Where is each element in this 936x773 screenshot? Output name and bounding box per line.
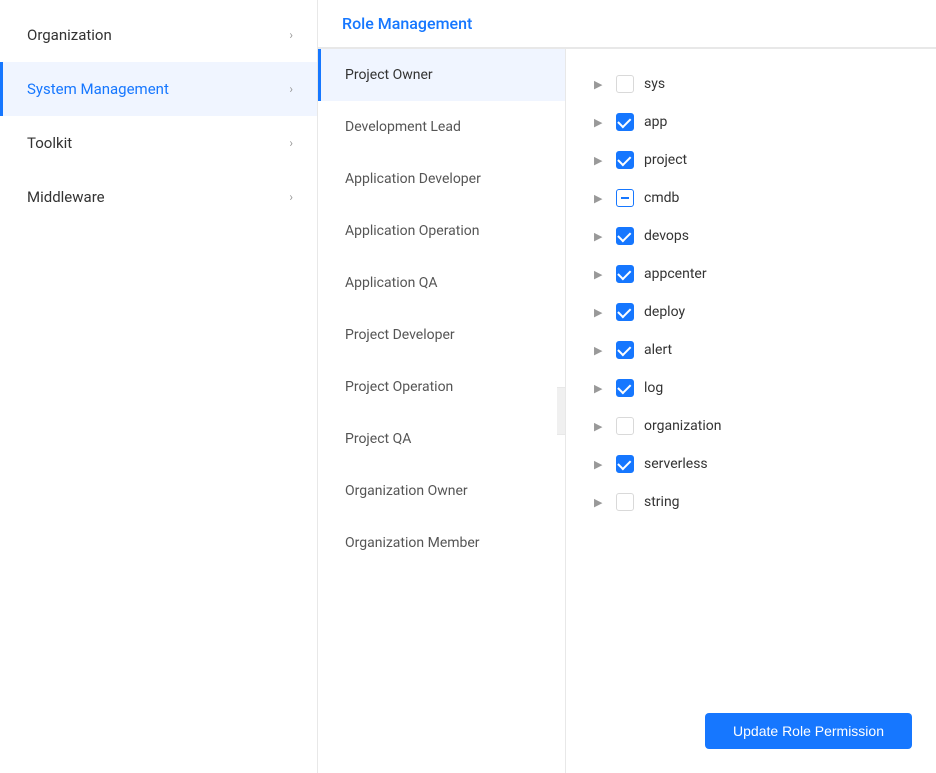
permission-item-organization: ▶ organization: [590, 407, 912, 445]
role-item-project-operation[interactable]: Project Operation: [318, 361, 565, 413]
expand-arrow-icon[interactable]: ▶: [594, 306, 606, 319]
checkbox-string[interactable]: [616, 493, 634, 511]
permission-label-organization: organization: [644, 418, 721, 434]
sidebar-item-label: System Management: [27, 80, 169, 98]
expand-arrow-icon[interactable]: ▶: [594, 420, 606, 433]
checkbox-app[interactable]: [616, 113, 634, 131]
sidebar: Organization › System Management › Toolk…: [0, 0, 318, 773]
sidebar-item-label: Toolkit: [27, 134, 72, 152]
role-item-application-developer[interactable]: Application Developer: [318, 153, 565, 205]
role-item-development-lead[interactable]: Development Lead: [318, 101, 565, 153]
role-item-application-operation[interactable]: Application Operation: [318, 205, 565, 257]
expand-arrow-icon[interactable]: ▶: [594, 268, 606, 281]
permission-label-log: log: [644, 380, 663, 396]
permission-label-appcenter: appcenter: [644, 266, 707, 282]
page-title-bar: Role Management: [318, 0, 936, 48]
expand-arrow-icon[interactable]: ▶: [594, 496, 606, 509]
permission-area: ▶ sys ▶ app ▶ project ▶ cmdb ▶ devops ▶ appcenter ▶ d…: [566, 49, 936, 773]
checkbox-serverless[interactable]: [616, 455, 634, 473]
permission-item-string: ▶ string: [590, 483, 912, 521]
expand-arrow-icon[interactable]: ▶: [594, 230, 606, 243]
expand-arrow-icon[interactable]: ▶: [594, 154, 606, 167]
permission-item-deploy: ▶ deploy: [590, 293, 912, 331]
sidebar-item-toolkit[interactable]: Toolkit ›: [0, 116, 317, 170]
permission-label-app: app: [644, 114, 667, 130]
permission-label-sys: sys: [644, 76, 665, 92]
expand-arrow-icon[interactable]: ▶: [594, 116, 606, 129]
role-item-project-developer[interactable]: Project Developer: [318, 309, 565, 361]
permission-item-appcenter: ▶ appcenter: [590, 255, 912, 293]
chevron-right-icon: ›: [289, 28, 293, 42]
sidebar-item-label: Middleware: [27, 188, 105, 206]
permission-item-log: ▶ log: [590, 369, 912, 407]
checkbox-log[interactable]: [616, 379, 634, 397]
sidebar-item-middleware[interactable]: Middleware ›: [0, 170, 317, 224]
permission-item-serverless: ▶ serverless: [590, 445, 912, 483]
permission-item-sys: ▶ sys: [590, 65, 912, 103]
role-item-application-qa[interactable]: Application QA: [318, 257, 565, 309]
checkbox-appcenter[interactable]: [616, 265, 634, 283]
checkbox-project[interactable]: [616, 151, 634, 169]
permission-label-project: project: [644, 152, 687, 168]
expand-arrow-icon[interactable]: ▶: [594, 78, 606, 91]
role-item-organization-member[interactable]: Organization Member: [318, 517, 565, 569]
permission-item-alert: ▶ alert: [590, 331, 912, 369]
expand-arrow-icon[interactable]: ▶: [594, 344, 606, 357]
sidebar-item-system-management[interactable]: System Management ›: [0, 62, 317, 116]
permission-label-serverless: serverless: [644, 456, 708, 472]
content-area: Project OwnerDevelopment LeadApplication…: [318, 48, 936, 773]
checkbox-devops[interactable]: [616, 227, 634, 245]
update-role-permission-button[interactable]: Update Role Permission: [705, 713, 912, 749]
main-content: Role Management Project OwnerDevelopment…: [318, 0, 936, 773]
permission-item-project: ▶ project: [590, 141, 912, 179]
role-item-project-qa[interactable]: Project QA: [318, 413, 565, 465]
sidebar-item-organization[interactable]: Organization ›: [0, 8, 317, 62]
permission-label-string: string: [644, 494, 680, 510]
permission-item-devops: ▶ devops: [590, 217, 912, 255]
chevron-right-icon: ›: [289, 82, 293, 96]
permission-item-app: ▶ app: [590, 103, 912, 141]
chevron-right-icon: ›: [289, 190, 293, 204]
expand-arrow-icon[interactable]: ▶: [594, 458, 606, 471]
role-item-organization-owner[interactable]: Organization Owner: [318, 465, 565, 517]
chevron-right-icon: ›: [289, 136, 293, 150]
collapse-toggle[interactable]: «: [557, 387, 566, 435]
permission-label-deploy: deploy: [644, 304, 685, 320]
update-btn-area: Update Role Permission: [705, 713, 912, 749]
page-title: Role Management: [342, 14, 472, 33]
permission-item-cmdb: ▶ cmdb: [590, 179, 912, 217]
permission-label-cmdb: cmdb: [644, 190, 679, 206]
checkbox-cmdb[interactable]: [616, 189, 634, 207]
expand-arrow-icon[interactable]: ▶: [594, 382, 606, 395]
role-item-project-owner[interactable]: Project Owner: [318, 49, 565, 101]
permission-label-devops: devops: [644, 228, 689, 244]
checkbox-organization[interactable]: [616, 417, 634, 435]
permission-label-alert: alert: [644, 342, 672, 358]
expand-arrow-icon[interactable]: ▶: [594, 192, 606, 205]
role-list: Project OwnerDevelopment LeadApplication…: [318, 49, 566, 773]
checkbox-sys[interactable]: [616, 75, 634, 93]
sidebar-item-label: Organization: [27, 26, 112, 44]
checkbox-alert[interactable]: [616, 341, 634, 359]
checkbox-deploy[interactable]: [616, 303, 634, 321]
